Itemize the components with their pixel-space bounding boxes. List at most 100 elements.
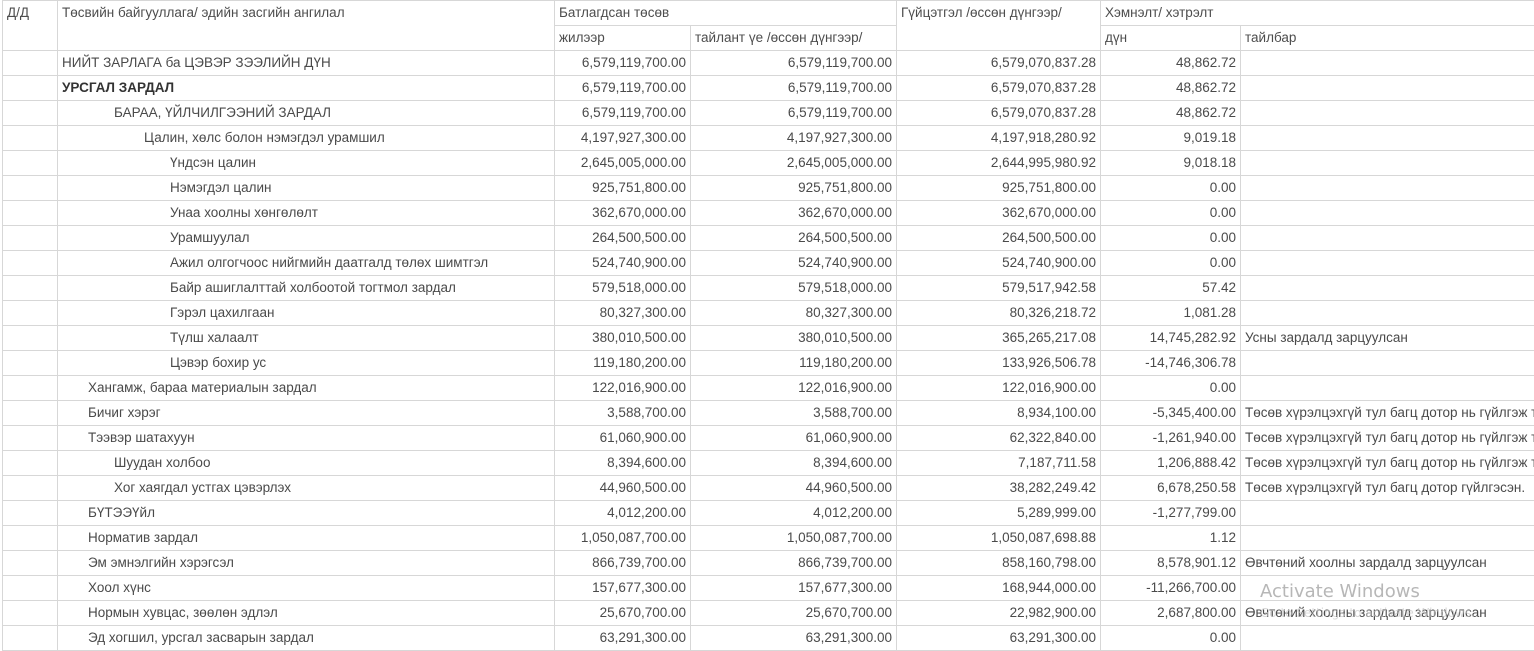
table-row: Тээвэр шатахуун61,060,900.0061,060,900.0… — [3, 426, 1534, 451]
row-diff-note-cell — [1241, 301, 1534, 326]
row-name-label: Цэвэр бохир ус — [62, 351, 266, 375]
row-diff-amount-cell: 0.00 — [1101, 251, 1241, 276]
row-diff-note-cell: Төсөв хүрэлцэхгүй тул багц дотор нь гүйл… — [1241, 426, 1534, 451]
row-approved-period-cell: 122,016,900.00 — [691, 376, 897, 401]
row-diff-amount-cell: 9,018.18 — [1101, 151, 1241, 176]
row-approved-year-cell: 6,579,119,700.00 — [555, 76, 691, 101]
table-row: Байр ашиглалттай холбоотой тогтмол зарда… — [3, 276, 1534, 301]
row-actual-cell: 8,934,100.00 — [897, 401, 1101, 426]
row-actual-cell: 6,579,070,837.28 — [897, 76, 1101, 101]
row-diff-note-cell — [1241, 251, 1534, 276]
row-approved-period-cell: 8,394,600.00 — [691, 451, 897, 476]
table-row: Цалин, хөлс болон нэмэгдэл урамшил 4,197,… — [3, 126, 1534, 151]
row-approved-year-cell: 4,197,927,300.00 — [555, 126, 691, 151]
row-diff-amount-cell: 1.12 — [1101, 526, 1241, 551]
row-name-cell: БАРАА, ҮЙЛЧИЛГЭЭНИЙ ЗАРДАЛ — [58, 101, 555, 126]
row-approved-year-cell: 6,579,119,700.00 — [555, 51, 691, 76]
row-dd-cell — [3, 451, 58, 476]
row-name-cell: Урамшуулал — [58, 226, 555, 251]
header-approved-budget: Батлагдсан төсөв — [555, 1, 897, 26]
table-row: УРСГАЛ ЗАРДАЛ6,579,119,700.006,579,119,7… — [3, 76, 1534, 101]
row-diff-amount-cell: 48,862.72 — [1101, 51, 1241, 76]
header-diff-amount: дүн — [1101, 26, 1241, 51]
row-actual-cell: 22,982,900.00 — [897, 601, 1101, 626]
row-diff-note-cell: Өвчтөний хоолны зардалд зарцуулсан — [1241, 551, 1534, 576]
row-diff-amount-cell: 57.42 — [1101, 276, 1241, 301]
row-diff-note-cell — [1241, 126, 1534, 151]
row-approved-period-cell: 25,670,700.00 — [691, 601, 897, 626]
row-approved-year-cell: 362,670,000.00 — [555, 201, 691, 226]
row-dd-cell — [3, 301, 58, 326]
row-diff-amount-cell: -14,746,306.78 — [1101, 351, 1241, 376]
row-diff-amount-cell: 6,678,250.58 — [1101, 476, 1241, 501]
row-actual-cell: 579,517,942.58 — [897, 276, 1101, 301]
row-name-cell: Тээвэр шатахуун — [58, 426, 555, 451]
row-name-cell: Нэмэгдэл цалин — [58, 176, 555, 201]
row-diff-note-cell — [1241, 51, 1534, 76]
table-row: Эд хогшил, урсгал засварын зардал63,291,… — [3, 626, 1534, 651]
row-approved-year-cell: 925,751,800.00 — [555, 176, 691, 201]
row-actual-cell: 80,326,218.72 — [897, 301, 1101, 326]
row-approved-year-cell: 524,740,900.00 — [555, 251, 691, 276]
row-dd-cell — [3, 151, 58, 176]
row-approved-period-cell: 866,739,700.00 — [691, 551, 897, 576]
header-name: Төсвийн байгууллага/ эдийн засгийн ангил… — [58, 1, 555, 51]
row-diff-note-cell — [1241, 351, 1534, 376]
row-approved-year-cell: 380,010,500.00 — [555, 326, 691, 351]
row-diff-note-cell — [1241, 376, 1534, 401]
row-name-cell: Хог хаягдал устгах цэвэрлэх — [58, 476, 555, 501]
row-diff-amount-cell: 9,019.18 — [1101, 126, 1241, 151]
row-name-label: Байр ашиглалттай холбоотой тогтмол зарда… — [62, 276, 456, 300]
row-dd-cell — [3, 476, 58, 501]
table-row: Нормын хувцас, зөөлөн эдлэл25,670,700.00… — [3, 601, 1534, 626]
row-dd-cell — [3, 126, 58, 151]
row-approved-period-cell: 3,588,700.00 — [691, 401, 897, 426]
header-difference: Хэмнэлт/ хэтрэлт — [1101, 1, 1534, 26]
row-approved-year-cell: 122,016,900.00 — [555, 376, 691, 401]
row-diff-amount-cell: 0.00 — [1101, 376, 1241, 401]
row-name-cell: Норматив зардал — [58, 526, 555, 551]
row-name-label: БҮТЭЭҮйл — [62, 501, 155, 525]
row-actual-cell: 62,322,840.00 — [897, 426, 1101, 451]
row-name-label: Урамшуулал — [62, 226, 250, 250]
table-row: Хог хаягдал устгах цэвэрлэх44,960,500.00… — [3, 476, 1534, 501]
row-name-cell: Байр ашиглалттай холбоотой тогтмол зарда… — [58, 276, 555, 301]
row-diff-note-cell — [1241, 201, 1534, 226]
row-actual-cell: 122,016,900.00 — [897, 376, 1101, 401]
row-name-label: Цалин, хөлс болон нэмэгдэл урамшил — [62, 126, 385, 150]
row-diff-note-cell — [1241, 101, 1534, 126]
row-approved-period-cell: 362,670,000.00 — [691, 201, 897, 226]
row-name-cell: Нормын хувцас, зөөлөн эдлэл — [58, 601, 555, 626]
row-approved-year-cell: 2,645,005,000.00 — [555, 151, 691, 176]
row-actual-cell: 38,282,249.42 — [897, 476, 1101, 501]
row-diff-note-cell: Усны зардалд зарцуулсан — [1241, 326, 1534, 351]
row-approved-period-cell: 6,579,119,700.00 — [691, 101, 897, 126]
row-diff-note-cell: Төсөв хүрэлцэхгүй тул багц дотор нь гүйл… — [1241, 401, 1534, 426]
row-name-label: Тээвэр шатахуун — [62, 426, 195, 450]
row-diff-amount-cell: 1,081.28 — [1101, 301, 1241, 326]
table-row: Цэвэр бохир ус 119,180,200.00119,180,200.… — [3, 351, 1534, 376]
row-approved-period-cell: 119,180,200.00 — [691, 351, 897, 376]
row-approved-year-cell: 119,180,200.00 — [555, 351, 691, 376]
row-approved-period-cell: 61,060,900.00 — [691, 426, 897, 451]
row-approved-period-cell: 63,291,300.00 — [691, 626, 897, 651]
row-name-label: Бичиг хэрэг — [62, 401, 161, 425]
row-dd-cell — [3, 351, 58, 376]
row-name-cell: НИЙТ ЗАРЛАГА ба ЦЭВЭР ЗЭЭЛИЙН ДҮН — [58, 51, 555, 76]
row-dd-cell — [3, 576, 58, 601]
row-dd-cell — [3, 51, 58, 76]
row-diff-note-cell — [1241, 576, 1534, 601]
row-approved-year-cell: 3,588,700.00 — [555, 401, 691, 426]
header-diff-note: тайлбар — [1241, 26, 1534, 51]
row-approved-year-cell: 25,670,700.00 — [555, 601, 691, 626]
row-name-cell: Хангамж, бараа материалын зардал — [58, 376, 555, 401]
row-approved-year-cell: 157,677,300.00 — [555, 576, 691, 601]
table-row: Ажил олгогчоос нийгмийн даатгалд төлөх ш… — [3, 251, 1534, 276]
row-approved-period-cell: 4,197,927,300.00 — [691, 126, 897, 151]
row-actual-cell: 925,751,800.00 — [897, 176, 1101, 201]
row-name-cell: Цалин, хөлс болон нэмэгдэл урамшил — [58, 126, 555, 151]
row-approved-period-cell: 380,010,500.00 — [691, 326, 897, 351]
row-dd-cell — [3, 101, 58, 126]
row-actual-cell: 5,289,999.00 — [897, 501, 1101, 526]
row-approved-year-cell: 1,050,087,700.00 — [555, 526, 691, 551]
